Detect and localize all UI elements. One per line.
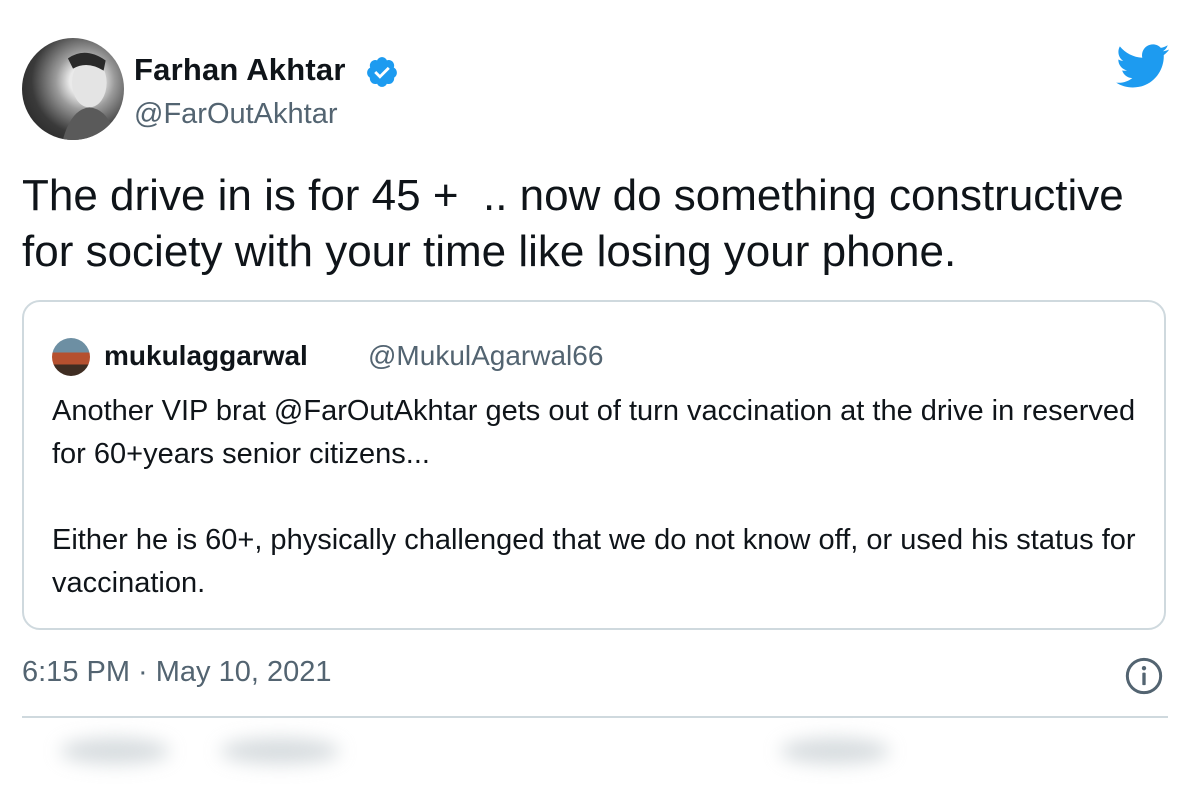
blurred-action-placeholder	[780, 738, 890, 764]
footer-divider	[22, 716, 1168, 718]
tweet-timestamp[interactable]: 6:15 PM · May 10, 2021	[22, 656, 332, 689]
quoted-tweet-paragraph: Another VIP brat @FarOutAkhtar gets out …	[52, 395, 1136, 470]
quoted-author-avatar[interactable]	[52, 338, 90, 376]
author-name[interactable]: Farhan Akhtar	[134, 52, 346, 88]
verified-badge-icon	[367, 57, 397, 87]
info-icon[interactable]	[1124, 656, 1164, 696]
blurred-action-placeholder	[60, 738, 170, 764]
quoted-tweet-paragraph: Either he is 60+, physically challenged …	[52, 524, 1136, 599]
quoted-tweet-text: Another VIP brat @FarOutAkhtar gets out …	[52, 390, 1142, 605]
tweet-card: Farhan Akhtar @FarOutAkhtar The drive in…	[0, 0, 1200, 800]
quoted-tweet[interactable]: mukulaggarwal @MukulAgarwal66 Another VI…	[22, 300, 1166, 630]
author-avatar[interactable]	[22, 38, 124, 140]
twitter-bird-icon[interactable]	[1114, 42, 1170, 90]
blurred-action-placeholder	[220, 738, 340, 764]
quoted-author-handle: @MukulAgarwal66	[368, 340, 604, 371]
quoted-author-name: mukulaggarwal	[104, 340, 308, 371]
author-avatar-image	[62, 52, 116, 140]
author-handle[interactable]: @FarOutAkhtar	[134, 98, 338, 131]
tweet-text: The drive in is for 45 + .. now do somet…	[22, 171, 1136, 276]
